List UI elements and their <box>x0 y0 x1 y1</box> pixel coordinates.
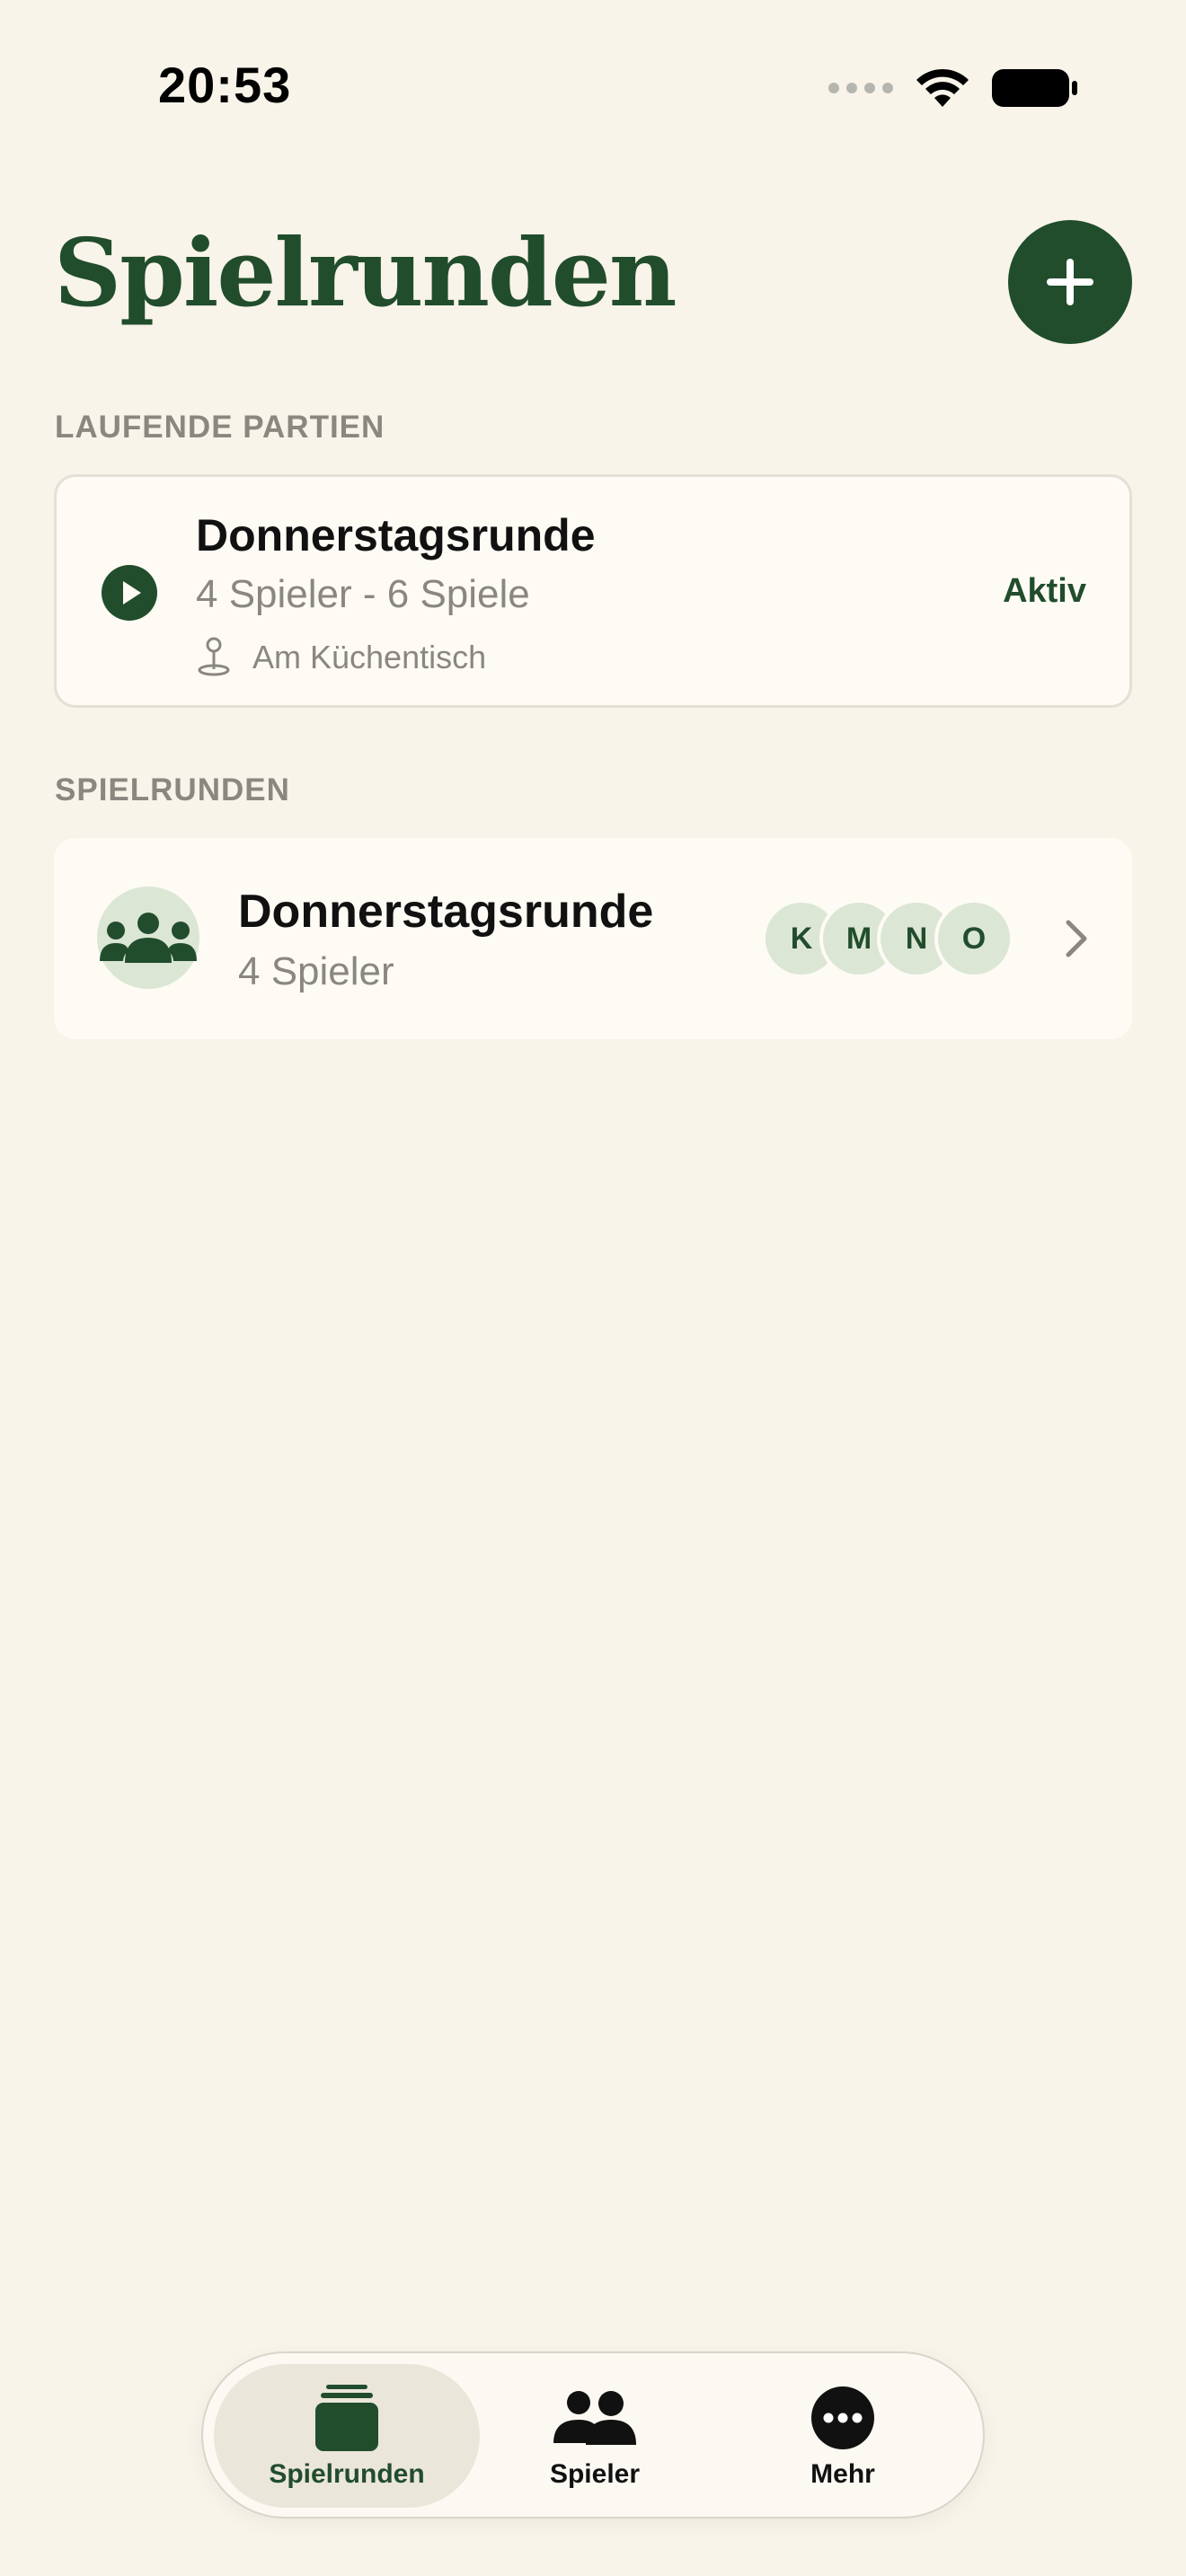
tab-bar: Spielrunden Spieler Mehr <box>201 2351 985 2519</box>
group-people-icon <box>100 913 197 963</box>
group-title: Donnerstagsrunde <box>238 886 654 938</box>
match-subtitle: 4 Spieler - 6 Spiele <box>196 572 530 616</box>
battery-icon <box>992 69 1077 107</box>
group-row[interactable]: Donnerstagsrunde 4 Spieler K M N O <box>54 838 1132 1039</box>
match-location: Am Küchentisch <box>252 639 487 675</box>
more-icon <box>811 2386 874 2449</box>
group-subtitle: 4 Spieler <box>238 949 394 993</box>
tab-mehr[interactable]: Mehr <box>710 2364 976 2508</box>
active-match-card[interactable]: Donnerstagsrunde 4 Spieler - 6 Spiele Am… <box>54 474 1132 708</box>
group-avatar <box>97 887 199 989</box>
tab-label: Mehr <box>810 2459 875 2489</box>
member-avatars: K M N O <box>762 899 1031 978</box>
chevron-right-icon <box>1066 920 1087 957</box>
location-pin-icon <box>198 637 230 676</box>
status-badge: Aktiv <box>1003 572 1086 610</box>
cards-stack-icon <box>315 2385 378 2451</box>
section-label-running: LAUFENDE PARTIEN <box>55 410 385 445</box>
member-avatar: O <box>934 899 1013 978</box>
status-time: 20:53 <box>158 57 292 113</box>
tab-label: Spielrunden <box>269 2459 425 2489</box>
play-circle-icon <box>102 565 157 621</box>
page-title: Spielrunden <box>54 217 677 328</box>
people-icon <box>553 2391 636 2445</box>
tab-spielrunden[interactable]: Spielrunden <box>214 2364 480 2508</box>
tab-spieler[interactable]: Spieler <box>462 2364 728 2508</box>
wifi-icon <box>916 68 969 107</box>
screen: 20:53 Spielrunden LAUFENDE PARTIEN Donne… <box>0 0 1186 2576</box>
plus-icon <box>1047 259 1093 305</box>
add-button[interactable] <box>1008 220 1132 344</box>
status-icons <box>828 63 1078 113</box>
cellular-signal-icon <box>828 83 893 93</box>
tab-label: Spieler <box>549 2459 641 2489</box>
section-label-groups: SPIELRUNDEN <box>55 772 290 807</box>
match-title: Donnerstagsrunde <box>196 510 596 560</box>
